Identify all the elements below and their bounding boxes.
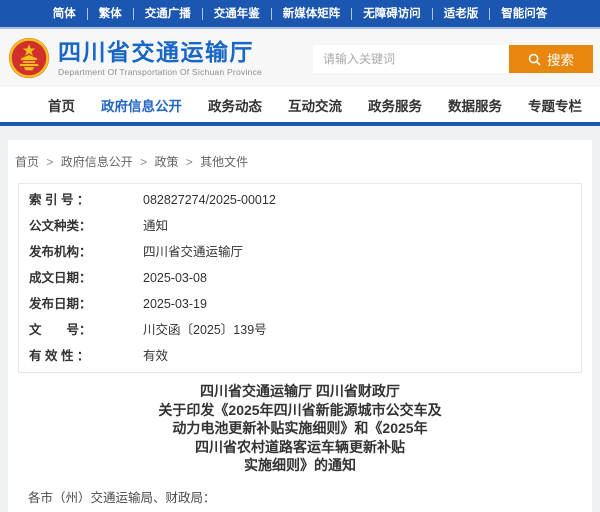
topbar-link-accessibility[interactable]: 无障碍访问	[352, 8, 433, 20]
document-title: 四川省交通运输厅 四川省财政厅 关于印发《2025年四川省新能源城市公交车及 动…	[8, 382, 592, 475]
topbar-link-new-media[interactable]: 新媒体矩阵	[272, 8, 353, 20]
meta-value: 川交函〔2025〕139号	[143, 322, 267, 338]
document-title-line: 四川省农村道路客运车辆更新补贴	[8, 438, 592, 457]
meta-value: 有效	[143, 348, 168, 364]
meta-value: 通知	[143, 218, 168, 234]
nav-item-gov-services[interactable]: 政务服务	[355, 95, 435, 115]
document-body-first-line: 各市（州）交通运输局、财政局：	[28, 487, 592, 506]
meta-label: 索 引 号 ：	[19, 192, 143, 208]
national-emblem-icon	[8, 37, 50, 79]
meta-row-validity: 有 效 性 ： 有效	[19, 343, 581, 369]
nav-item-data-services[interactable]: 数据服务	[435, 95, 515, 115]
breadcrumb-separator: >	[140, 155, 147, 169]
breadcrumb-current-other-documents: 其他文件	[200, 155, 248, 169]
topbar-link-traditional[interactable]: 繁体	[88, 8, 134, 20]
search-input[interactable]	[313, 45, 509, 73]
site-identity: 四川省交通运输厅 Department Of Transportation Of…	[58, 40, 262, 77]
meta-row-index-number: 索 引 号 ： 082827274/2025-00012	[19, 187, 581, 213]
site-search: 搜索	[313, 45, 593, 73]
search-button-label: 搜索	[547, 49, 574, 69]
document-title-line: 四川省交通运输厅 四川省财政厅	[8, 382, 592, 401]
search-button[interactable]: 搜索	[509, 45, 593, 73]
topbar-link-traffic-radio[interactable]: 交通广播	[134, 8, 203, 20]
topbar-link-smart-qa[interactable]: 智能问答	[490, 8, 558, 20]
document-title-line: 关于印发《2025年四川省新能源城市公交车及	[8, 401, 592, 420]
meta-row-issuing-agency: 发布机构： 四川省交通运输厅	[19, 239, 581, 265]
meta-value: 2025-03-19	[143, 296, 207, 312]
meta-label: 公文种类：	[19, 218, 143, 234]
breadcrumb: 首页 > 政府信息公开 > 政策 > 其他文件	[8, 140, 592, 183]
nav-item-interaction[interactable]: 互动交流	[275, 95, 355, 115]
document-meta-table: 索 引 号 ： 082827274/2025-00012 公文种类： 通知 发布…	[18, 183, 582, 373]
meta-label: 文 号：	[19, 322, 143, 338]
meta-label: 发布日期：	[19, 296, 143, 312]
nav-item-special-topics[interactable]: 专题专栏	[515, 95, 595, 115]
document-title-line: 实施细则》的通知	[8, 456, 592, 475]
home-logo-link[interactable]: 四川省交通运输厅 Department Of Transportation Of…	[8, 37, 262, 79]
primary-nav: 首页 政府信息公开 政务动态 互动交流 政务服务 数据服务 专题专栏	[0, 87, 600, 122]
nav-item-gov-news[interactable]: 政务动态	[195, 95, 275, 115]
breadcrumb-separator: >	[186, 155, 193, 169]
main-content: 首页 > 政府信息公开 > 政策 > 其他文件 索 引 号 ： 08282727…	[0, 126, 600, 512]
meta-label: 有 效 性 ：	[19, 348, 143, 364]
site-header: 四川省交通运输厅 Department Of Transportation Of…	[0, 29, 600, 87]
meta-row-publish-date: 发布日期： 2025-03-19	[19, 291, 581, 317]
site-title-english: Department Of Transportation Of Sichuan …	[58, 67, 262, 77]
meta-label: 发布机构：	[19, 244, 143, 260]
breadcrumb-separator: >	[46, 155, 53, 169]
top-utility-bar: 简体 繁体 交通广播 交通年鉴 新媒体矩阵 无障碍访问 适老版 智能问答	[0, 0, 600, 27]
meta-row-document-number: 文 号： 川交函〔2025〕139号	[19, 317, 581, 343]
meta-value: 四川省交通运输厅	[143, 244, 243, 260]
site-title: 四川省交通运输厅	[58, 40, 262, 64]
document-card: 首页 > 政府信息公开 > 政策 > 其他文件 索 引 号 ： 08282727…	[8, 140, 592, 512]
meta-value: 082827274/2025-00012	[143, 192, 276, 208]
nav-item-home[interactable]: 首页	[35, 95, 88, 115]
meta-value: 2025-03-08	[143, 270, 207, 286]
breadcrumb-link-gov-info[interactable]: 政府信息公开	[61, 155, 133, 169]
topbar-link-yearbook[interactable]: 交通年鉴	[203, 8, 272, 20]
nav-item-gov-info-disclosure[interactable]: 政府信息公开	[88, 95, 195, 115]
topbar-link-elderly-version[interactable]: 适老版	[433, 8, 491, 20]
meta-row-document-type: 公文种类： 通知	[19, 213, 581, 239]
document-title-line: 动力电池更新补贴实施细则》和《2025年	[8, 419, 592, 438]
meta-label: 成文日期：	[19, 270, 143, 286]
breadcrumb-link-home[interactable]: 首页	[15, 155, 39, 169]
meta-row-written-date: 成文日期： 2025-03-08	[19, 265, 581, 291]
breadcrumb-link-policy[interactable]: 政策	[154, 155, 178, 169]
topbar-link-simplified[interactable]: 简体	[42, 8, 88, 20]
search-icon	[528, 53, 541, 66]
